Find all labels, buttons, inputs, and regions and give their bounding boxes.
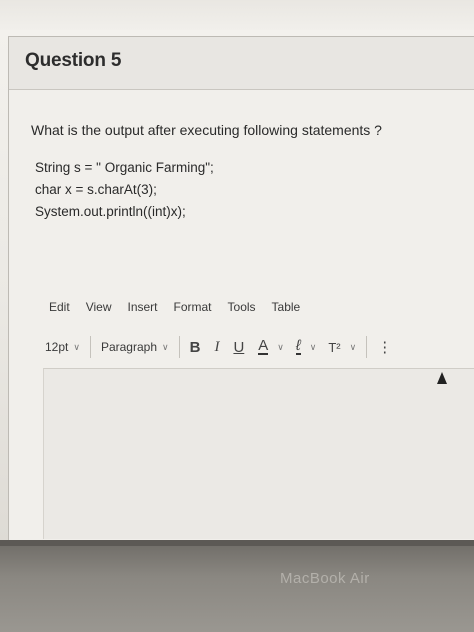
text-color-button[interactable]: A bbox=[258, 338, 269, 355]
menu-tools[interactable]: Tools bbox=[228, 300, 256, 320]
answer-editor[interactable] bbox=[43, 368, 474, 539]
question-card: Question 5 What is the output after exec… bbox=[8, 36, 474, 540]
laptop-bezel: MacBook Air bbox=[0, 540, 474, 632]
block-format-select[interactable]: Paragraph ∨ bbox=[101, 340, 169, 354]
editor-toolbar: 12pt ∨ Paragraph ∨ B I U A ∨ ℓ ∨ T² ∨ ⋮ bbox=[45, 330, 474, 364]
highlight-button[interactable]: ℓ bbox=[295, 338, 301, 355]
page-top-strip bbox=[0, 0, 474, 30]
toolbar-divider bbox=[366, 336, 368, 358]
more-options-icon[interactable]: ⋮ bbox=[377, 338, 392, 356]
code-line-2: char x = s.charAt(3); bbox=[35, 182, 157, 197]
question-title: Question 5 bbox=[25, 50, 122, 71]
menu-insert[interactable]: Insert bbox=[127, 300, 157, 320]
question-header: Question 5 bbox=[9, 37, 474, 90]
underline-button[interactable]: U bbox=[233, 339, 244, 356]
question-body: What is the output after executing follo… bbox=[9, 90, 474, 540]
chevron-down-icon: ∨ bbox=[73, 341, 80, 352]
code-line-3: System.out.println((int)x); bbox=[35, 204, 186, 219]
chevron-down-icon: ∨ bbox=[162, 341, 169, 352]
code-line-1: String s = " Organic Farming"; bbox=[35, 160, 214, 175]
font-size-value: 12pt bbox=[45, 340, 69, 354]
font-size-select[interactable]: 12pt ∨ bbox=[45, 340, 80, 354]
italic-button[interactable]: I bbox=[214, 339, 219, 356]
menu-view[interactable]: View bbox=[86, 300, 112, 320]
menu-edit[interactable]: Edit bbox=[49, 300, 70, 320]
bold-button[interactable]: B bbox=[190, 339, 201, 356]
mouse-pointer-icon bbox=[437, 372, 447, 384]
editor-menu-bar: Edit View Insert Format Tools Table bbox=[49, 300, 316, 320]
chevron-down-icon: ∨ bbox=[309, 341, 317, 352]
toolbar-divider bbox=[178, 336, 180, 358]
toolbar-divider bbox=[89, 336, 91, 358]
menu-format[interactable]: Format bbox=[174, 300, 212, 320]
superscript-button[interactable]: T² bbox=[328, 340, 340, 355]
block-format-value: Paragraph bbox=[100, 340, 157, 354]
menu-table[interactable]: Table bbox=[272, 300, 301, 320]
bezel-edge bbox=[0, 540, 474, 546]
browser-screen: Question 5 What is the output after exec… bbox=[0, 0, 474, 540]
chevron-down-icon: ∨ bbox=[349, 341, 357, 352]
device-brand-label: MacBook Air bbox=[280, 570, 370, 587]
question-prompt: What is the output after executing follo… bbox=[31, 122, 382, 138]
chevron-down-icon: ∨ bbox=[277, 341, 284, 352]
